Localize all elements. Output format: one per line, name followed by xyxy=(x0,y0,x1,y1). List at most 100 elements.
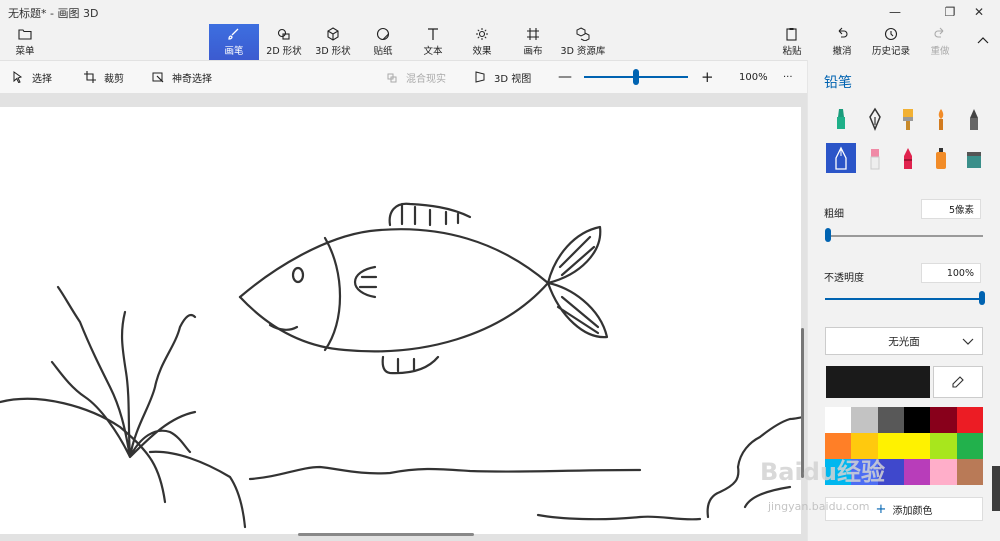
menu-button[interactable]: 菜单 xyxy=(8,24,42,60)
calligraphy-pen-icon xyxy=(869,107,881,131)
maximize-button[interactable]: ❐ xyxy=(935,0,965,24)
tab-3d-shapes[interactable]: 3D 形状 xyxy=(313,24,353,60)
fish-tail-lower xyxy=(546,281,609,339)
pencil-icon xyxy=(835,146,847,170)
seabed-line xyxy=(248,465,642,481)
tab-label: 画笔 xyxy=(224,46,244,57)
oil-brush[interactable] xyxy=(893,104,923,134)
tab-label: 3D 资源库 xyxy=(560,46,606,57)
thickness-slider-track[interactable] xyxy=(825,235,983,237)
cursor-icon xyxy=(13,71,23,83)
magic-select-label: 神奇选择 xyxy=(172,73,212,85)
color-swatch[interactable] xyxy=(903,433,931,459)
select-button[interactable]: 选择 xyxy=(12,61,52,93)
marker-brush[interactable] xyxy=(826,104,856,134)
undo-button[interactable]: 撤消 xyxy=(828,24,856,60)
crop-label: 裁剪 xyxy=(104,73,124,85)
tab-2d-shapes[interactable]: 2D 形状 xyxy=(264,24,304,60)
select-label: 选择 xyxy=(32,73,52,85)
3d-view-button[interactable]: 3D 视图 xyxy=(474,61,531,93)
color-swatch[interactable] xyxy=(930,407,957,433)
shape2d-icon xyxy=(277,28,290,40)
spray-can-brush[interactable] xyxy=(926,143,956,173)
watercolor-brush[interactable] xyxy=(926,104,956,134)
current-color-swatch[interactable] xyxy=(826,366,930,398)
color-swatch[interactable] xyxy=(956,407,983,433)
tab-brushes[interactable]: 画笔 xyxy=(209,24,259,60)
history-button[interactable]: 历史记录 xyxy=(868,24,914,60)
tab-stickers[interactable]: 贴纸 xyxy=(366,24,400,60)
watermark-url: jingyan.baidu.com xyxy=(768,500,870,513)
menu-label: 菜单 xyxy=(15,46,35,57)
crayon-brush[interactable] xyxy=(893,143,923,173)
redo-icon xyxy=(934,27,944,38)
thickness-slider-thumb[interactable] xyxy=(825,228,831,242)
color-swatch[interactable] xyxy=(956,459,983,485)
minimize-button[interactable]: — xyxy=(880,0,910,24)
view3d-icon xyxy=(475,71,485,83)
fill-brush[interactable] xyxy=(959,143,989,173)
paste-button[interactable]: 粘贴 xyxy=(778,24,806,60)
pencil-drawing xyxy=(0,202,801,529)
window-title: 无标题* - 画图 3D xyxy=(8,7,99,20)
color-swatch[interactable] xyxy=(825,407,852,433)
text-icon xyxy=(428,28,438,40)
history-label: 历史记录 xyxy=(871,46,910,57)
mixed-reality-button[interactable]: 混合现实 xyxy=(386,61,446,93)
more-options-button[interactable]: ··· xyxy=(783,61,793,93)
sticker-icon xyxy=(376,27,390,41)
color-swatch[interactable] xyxy=(930,459,957,485)
zoom-out-button[interactable]: — xyxy=(558,61,572,93)
crop-button[interactable]: 裁剪 xyxy=(84,61,124,93)
mixed-reality-label: 混合现实 xyxy=(406,73,446,85)
collapse-ribbon-button[interactable] xyxy=(972,24,994,60)
color-swatch[interactable] xyxy=(930,433,957,459)
fish-gill xyxy=(323,236,342,352)
fish-tail-upper xyxy=(546,225,602,285)
paste-icon xyxy=(786,28,797,41)
opacity-slider-thumb[interactable] xyxy=(979,291,985,305)
tab-3d-library[interactable]: 3D 资源库 xyxy=(558,24,608,60)
calligraphy-brush[interactable] xyxy=(860,104,890,134)
tab-canvas[interactable]: 画布 xyxy=(518,24,548,60)
zoom-slider-thumb[interactable] xyxy=(633,69,639,85)
finish-dropdown[interactable]: 无光面 xyxy=(825,327,983,355)
horizontal-scrollbar[interactable] xyxy=(298,533,474,536)
opacity-label: 不透明度 xyxy=(824,273,864,284)
drawing-canvas[interactable] xyxy=(0,107,801,534)
tab-text[interactable]: 文本 xyxy=(418,24,448,60)
close-button[interactable]: ✕ xyxy=(964,0,994,24)
redo-label: 重做 xyxy=(930,46,950,57)
fish-top-fin xyxy=(388,202,472,227)
eyedropper-button[interactable] xyxy=(933,366,983,398)
tab-effects[interactable]: 效果 xyxy=(467,24,497,60)
color-swatch[interactable] xyxy=(956,433,983,459)
opacity-value[interactable]: 100% xyxy=(921,263,981,283)
canvas-area xyxy=(0,93,807,541)
pixel-pen-brush[interactable] xyxy=(959,104,989,134)
zoom-in-button[interactable]: + xyxy=(701,61,714,93)
color-swatch[interactable] xyxy=(877,407,904,433)
magic-select-button[interactable]: 神奇选择 xyxy=(152,61,212,93)
crayon-icon xyxy=(904,148,912,169)
eraser-brush[interactable] xyxy=(860,143,890,173)
crop-icon xyxy=(84,71,96,83)
spray-can-icon xyxy=(936,148,946,169)
3d-view-label: 3D 视图 xyxy=(494,73,532,85)
pixel-pen-icon xyxy=(970,109,978,130)
color-swatch[interactable] xyxy=(851,407,878,433)
ribbon: 菜单 画笔 2D 形状 3D 形状 贴纸 文本 效果 画布 3D 资源库 粘贴 … xyxy=(0,24,1000,60)
color-swatch[interactable] xyxy=(903,459,931,485)
color-swatch[interactable] xyxy=(903,407,931,433)
redo-button[interactable]: 重做 xyxy=(926,24,954,60)
thickness-value[interactable]: 5像素 xyxy=(921,199,981,219)
tab-label: 3D 形状 xyxy=(315,46,351,57)
pencil-brush[interactable] xyxy=(826,143,856,173)
tab-label: 效果 xyxy=(472,46,492,57)
zoom-level[interactable]: 100% xyxy=(739,61,768,93)
library-icon xyxy=(576,27,590,41)
fish-fin-side xyxy=(353,265,378,299)
opacity-slider-track[interactable] xyxy=(825,298,983,300)
fish-body-upper xyxy=(238,228,550,299)
mixed-reality-icon xyxy=(387,73,397,83)
